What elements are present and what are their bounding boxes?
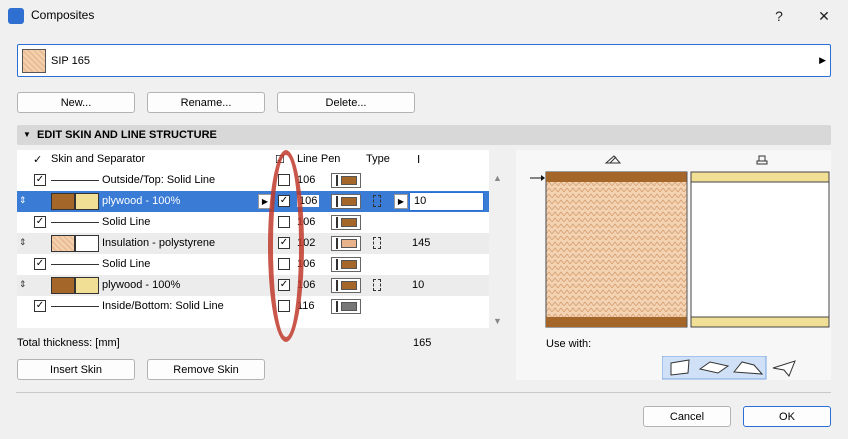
line-pen-column-header: Line Pen (297, 153, 341, 165)
chevron-right-icon[interactable]: ▶ (394, 194, 408, 209)
pen-color-swatch[interactable] (331, 299, 361, 314)
background-swatch[interactable] (75, 277, 99, 294)
cancel-button[interactable]: Cancel (643, 406, 731, 427)
check-all-icon[interactable]: ✓ (33, 153, 42, 166)
rename-button[interactable]: Rename... (147, 92, 265, 113)
scroll-up-icon[interactable]: ▲ (493, 173, 502, 183)
insert-skin-button[interactable]: Insert Skin (17, 359, 135, 380)
total-thickness-value: 165 (413, 337, 432, 349)
cut-fill-icon[interactable] (604, 155, 622, 164)
thickness-icon: Ⅰ (417, 154, 421, 166)
pen-color-swatch[interactable] (331, 236, 361, 251)
composite-name: SIP 165 (51, 55, 90, 67)
collapse-triangle-icon: ▼ (23, 130, 31, 139)
composite-swatch (22, 49, 46, 73)
line-visibility-checkbox[interactable]: ✓ (34, 300, 46, 312)
line-row[interactable]: ✓ Inside/Bottom: Solid Line 116 (17, 296, 489, 317)
shell-tool-icon[interactable] (772, 360, 796, 377)
background-swatch[interactable] (75, 193, 99, 210)
remove-skin-button[interactable]: Remove Skin (147, 359, 265, 380)
line-visibility-checkbox[interactable]: ✓ (34, 174, 46, 186)
skin-row[interactable]: ⇕ plywood - 100% 10 ✓ 106 (17, 275, 489, 296)
pen-color-swatch[interactable] (331, 194, 361, 209)
drag-handle-icon[interactable]: ⇕ (19, 237, 27, 248)
pen-color-swatch[interactable] (331, 257, 361, 272)
chevron-right-icon: ▶ (819, 55, 826, 65)
use-with-options (662, 356, 796, 380)
line-label: Inside/Bottom: Solid Line (102, 300, 224, 312)
skin-row[interactable]: ⇕ plywood - 100% ▶ ▶ 10 ✓ 106 (17, 191, 489, 212)
pen-color-swatch[interactable] (331, 215, 361, 230)
fill-swatch[interactable] (51, 277, 75, 294)
line-sample (51, 306, 99, 307)
drag-handle-icon[interactable]: ⇕ (19, 195, 27, 206)
delete-button[interactable]: Delete... (277, 92, 415, 113)
use-with-label: Use with: (546, 338, 592, 350)
line-row[interactable]: ✓ Solid Line 106 (17, 254, 489, 275)
app-icon (8, 8, 24, 24)
section-title: EDIT SKIN AND LINE STRUCTURE (37, 129, 217, 141)
fill-swatch[interactable] (51, 193, 75, 210)
new-button[interactable]: New... (17, 92, 135, 113)
close-button[interactable]: ✕ (809, 4, 839, 28)
preview-panel: Use with: (516, 150, 831, 380)
ok-button[interactable]: OK (743, 406, 831, 427)
skin-thickness[interactable]: 145 (412, 237, 430, 249)
skin-type-icon[interactable] (373, 237, 381, 249)
line-visibility-checkbox[interactable]: ✓ (34, 216, 46, 228)
drag-handle-icon[interactable]: ⇕ (19, 279, 27, 290)
line-row[interactable]: ✓ Outside/Top: Solid Line 106 (17, 170, 489, 191)
window-title: Composites (31, 8, 95, 22)
skin-label: plywood - 100% (102, 279, 181, 291)
annotation-ellipse (268, 150, 304, 342)
line-label: Solid Line (102, 216, 151, 228)
fill-swatch[interactable] (51, 235, 75, 252)
line-label: Outside/Top: Solid Line (102, 174, 216, 186)
pen-color-swatch[interactable] (331, 278, 361, 293)
line-sample (51, 222, 99, 223)
skin-type-icon[interactable] (373, 195, 381, 207)
skin-label: plywood - 100% (102, 195, 181, 207)
skin-label: Insulation - polystyrene (102, 237, 216, 249)
section-header[interactable]: ▼ EDIT SKIN AND LINE STRUCTURE (17, 125, 831, 145)
background-swatch[interactable] (75, 235, 99, 252)
title-bar: Composites ? ✕ (0, 0, 848, 32)
type-column-header: Type (366, 153, 390, 165)
pen-color-swatch[interactable] (331, 173, 361, 188)
line-sample (51, 264, 99, 265)
composite-selector[interactable]: SIP 165 ▶ (17, 44, 831, 77)
skin-thickness[interactable]: 10 (412, 279, 424, 291)
line-label: Solid Line (102, 258, 151, 270)
help-button[interactable]: ? (764, 4, 794, 28)
line-row[interactable]: ✓ Solid Line 106 (17, 212, 489, 233)
skin-thickness[interactable]: 10 (414, 195, 426, 207)
brush-icon[interactable] (756, 155, 768, 165)
skin-structure-table: ✓ Skin and Separator ☑ Line Pen Type Ⅰ ✓… (17, 150, 489, 328)
separator (16, 392, 831, 393)
total-thickness-label: Total thickness: [mm] (17, 337, 120, 349)
scroll-down-icon[interactable]: ▼ (493, 316, 502, 326)
skin-column-header: Skin and Separator (51, 153, 146, 165)
line-visibility-checkbox[interactable]: ✓ (34, 258, 46, 270)
skin-type-icon[interactable] (373, 279, 381, 291)
wall-tool-icon[interactable] (670, 359, 690, 376)
skin-row[interactable]: ⇕ Insulation - polystyrene 145 ✓ 102 (17, 233, 489, 254)
line-sample (51, 180, 99, 181)
